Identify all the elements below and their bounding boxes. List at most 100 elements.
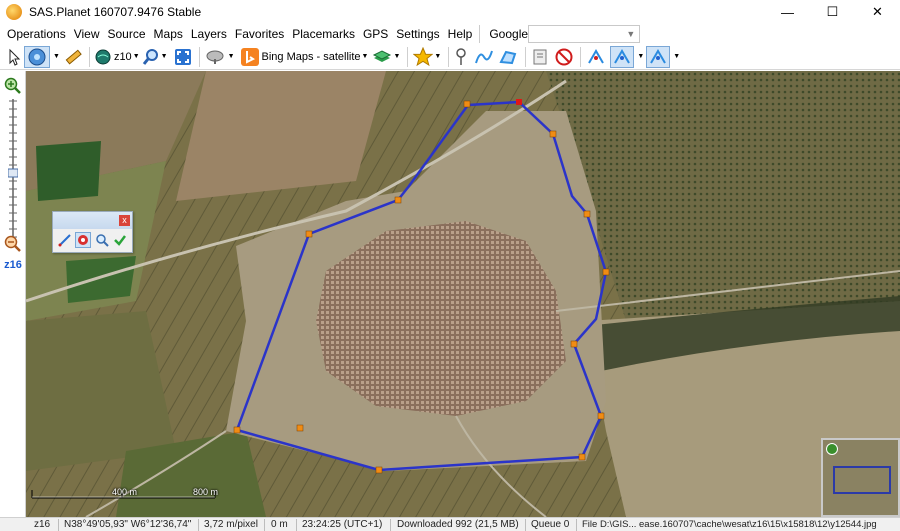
menu-source[interactable]: Source <box>105 27 149 41</box>
polygon-vertex[interactable] <box>233 426 241 434</box>
polygon-vertex[interactable] <box>578 453 586 461</box>
add-placemark-button[interactable] <box>454 46 468 68</box>
status-divider <box>58 519 59 531</box>
menu-favorites[interactable]: Favorites <box>232 27 287 41</box>
chevron-down-icon: ▼ <box>626 29 636 39</box>
path-curve-icon <box>475 50 494 63</box>
polygon-vertex[interactable] <box>296 424 304 432</box>
chevron-down-icon: ▼ <box>160 53 168 60</box>
add-polygon-button[interactable] <box>498 46 518 68</box>
line-arrow-icon <box>58 234 71 247</box>
toolbar-separator <box>198 46 200 67</box>
map-source-label: Bing Maps - satellite <box>261 50 361 63</box>
gps-follow-button[interactable] <box>610 45 635 68</box>
status-divider <box>576 519 577 531</box>
magnifier-icon <box>142 48 158 65</box>
minimap-toggle-icon[interactable] <box>826 443 838 455</box>
polygon-vertex[interactable] <box>549 130 557 138</box>
main-toolbar: ▼ z10 ▼ ▼ ▼ Bing Maps - satellite ▼ ▼ ▼ <box>0 44 900 70</box>
chevron-down-icon[interactable]: ▼ <box>637 53 644 60</box>
zoom-panel: z16 <box>0 71 26 517</box>
polygon-panel-header[interactable]: x <box>53 212 132 229</box>
search-input[interactable]: ▼ <box>528 25 641 43</box>
status-downloaded: Downloaded 992 (21,5 MB) <box>397 519 519 530</box>
map-source-select[interactable]: Bing Maps - satellite ▼ <box>240 46 369 68</box>
measurement-polygon[interactable] <box>26 71 900 517</box>
status-zoom: z16 <box>34 519 51 530</box>
polygon-vertex[interactable] <box>597 412 605 420</box>
polygon-vertex[interactable] <box>570 340 578 348</box>
polygon-vertex[interactable] <box>463 100 471 108</box>
layers-button[interactable]: ▼ <box>372 46 400 68</box>
cursor-tool-button[interactable] <box>6 46 22 68</box>
globe-icon <box>95 49 111 64</box>
polygon-vertex-active[interactable] <box>516 99 522 105</box>
chevron-down-icon[interactable]: ▼ <box>673 53 680 60</box>
settings-globe-button[interactable] <box>24 45 50 68</box>
polygon-undo-button[interactable] <box>75 232 92 248</box>
zoom-level-label: z10 <box>113 50 132 63</box>
minimap-viewport[interactable] <box>833 466 891 494</box>
gps-track-icon <box>588 48 605 64</box>
gps-track-button[interactable] <box>586 46 606 68</box>
close-button[interactable]: ✕ <box>855 0 900 24</box>
status-file-path: File D:\GIS... ease.160707\cache\wesat\z… <box>582 519 877 530</box>
menu-bar: Operations View Source Maps Layers Favor… <box>0 24 900 44</box>
polygon-panel-close-button[interactable]: x <box>119 215 130 226</box>
polygon-vertex[interactable] <box>375 466 383 474</box>
checkmark-icon <box>114 235 127 246</box>
gear-globe-icon <box>28 48 46 65</box>
star-icon <box>413 46 434 66</box>
menu-settings[interactable]: Settings <box>393 27 442 41</box>
status-divider <box>525 519 526 531</box>
search-provider-label: Google <box>489 27 529 41</box>
layers-icon <box>373 49 392 62</box>
status-resolution: 3,72 m/pixel <box>204 519 258 530</box>
polygon-vertex[interactable] <box>394 196 402 204</box>
toolbar-separator <box>88 46 90 67</box>
menu-layers[interactable]: Layers <box>188 27 230 41</box>
polygon-line-button[interactable] <box>57 232 72 248</box>
favorites-button[interactable]: ▼ <box>413 46 441 68</box>
zoom-out-icon[interactable] <box>4 235 21 252</box>
zoom-level-select[interactable]: z10 ▼ <box>95 46 140 68</box>
chevron-down-icon: ▼ <box>361 53 369 60</box>
chevron-down-icon: ▼ <box>132 53 140 60</box>
polygon-zoom-button[interactable] <box>94 232 109 248</box>
delete-button[interactable] <box>555 46 573 68</box>
menu-placemarks[interactable]: Placemarks <box>289 27 358 41</box>
fullscreen-button[interactable] <box>174 46 192 68</box>
status-divider <box>390 519 391 531</box>
minimize-button[interactable]: — <box>765 0 810 24</box>
current-zoom-label: z16 <box>4 259 22 271</box>
maximize-button[interactable]: ☐ <box>810 0 855 24</box>
placemark-manager-button[interactable] <box>531 46 549 68</box>
chevron-down-icon[interactable]: ▼ <box>53 53 60 60</box>
polygon-vertex[interactable] <box>583 210 591 218</box>
menu-maps[interactable]: Maps <box>151 27 186 41</box>
polygon-vertex[interactable] <box>602 268 610 276</box>
polygon-vertex[interactable] <box>305 230 313 238</box>
gps-follow-icon <box>614 48 631 64</box>
window-title: SAS.Planet 160707.9476 Stable <box>29 5 202 19</box>
menu-view[interactable]: View <box>71 27 103 41</box>
pin-icon <box>456 47 467 65</box>
ruler-tool-button[interactable] <box>64 46 82 68</box>
gps-satellite-button[interactable]: ▼ <box>205 46 235 68</box>
menu-gps[interactable]: GPS <box>360 27 391 41</box>
polygon-edit-panel: x <box>52 211 133 253</box>
gps-center-button[interactable] <box>646 45 671 68</box>
add-path-button[interactable] <box>474 46 494 68</box>
zoom-search-button[interactable]: ▼ <box>142 46 168 68</box>
zoom-in-icon[interactable] <box>4 77 21 94</box>
chevron-down-icon: ▼ <box>227 53 235 60</box>
menu-operations[interactable]: Operations <box>4 27 69 41</box>
scale-bar: 400 m 800 m <box>30 486 220 500</box>
placemark-list-icon <box>533 49 547 64</box>
menu-help[interactable]: Help <box>445 27 476 41</box>
map-canvas[interactable] <box>26 71 900 517</box>
zoom-slider[interactable] <box>8 99 18 239</box>
mini-map[interactable] <box>821 438 900 517</box>
polygon-confirm-button[interactable] <box>113 232 128 248</box>
search-provider-select[interactable]: Google ▼ <box>486 25 536 43</box>
